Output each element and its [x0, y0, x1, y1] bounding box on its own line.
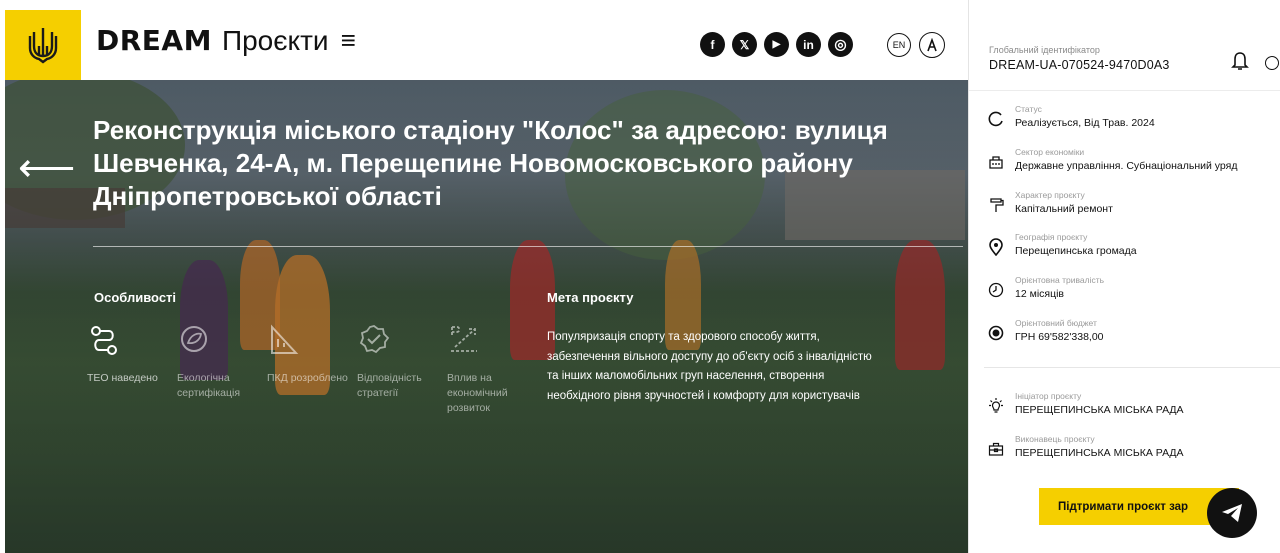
features-list: ТЕО наведено Екологічна сертифікація ПКД…	[82, 323, 532, 416]
location-pin-icon	[987, 238, 1005, 256]
info-caption: Географія проєкту	[1015, 232, 1088, 242]
global-id: DREAM-UA-070524-9470D0A3	[989, 58, 1170, 72]
clock-icon	[987, 281, 1005, 299]
linkedin-icon[interactable]: in	[796, 32, 821, 57]
info-value: ГРН 69'582'338,00	[1015, 331, 1104, 343]
top-bar: DREAM Проєкти ≡ f 𝕏 ▶ in ◎ EN	[0, 0, 968, 80]
brand-bold: DREAM	[96, 24, 212, 57]
goal-heading: Мета проєкту	[547, 290, 634, 305]
feature-item: ПКД розроблено	[262, 323, 352, 416]
info-value: 12 місяців	[1015, 288, 1065, 300]
eco-certificate-icon	[177, 323, 262, 365]
settings-icon[interactable]	[1265, 56, 1279, 70]
money-icon	[987, 324, 1005, 342]
global-id-label: Глобальний ідентифікатор	[989, 45, 1100, 55]
info-caption: Характер проєкту	[1015, 190, 1085, 200]
feature-label: Вплив на економічний розвиток	[447, 372, 508, 414]
trident-icon	[28, 28, 58, 64]
feature-item: Вплив на економічний розвиток	[442, 323, 532, 416]
feature-label: ПКД розроблено	[267, 372, 348, 384]
x-icon[interactable]: 𝕏	[732, 32, 757, 57]
paint-roller-icon	[987, 196, 1005, 214]
feature-label: Екологічна сертифікація	[177, 372, 241, 399]
strategy-check-icon	[357, 323, 442, 365]
info-caption: Ініціатор проєкту	[1015, 391, 1082, 401]
features-heading: Особливості	[94, 290, 177, 305]
info-value: Державне управління. Субнаціональний уря…	[1015, 160, 1238, 172]
info-caption: Орієнтовний бюджет	[1015, 318, 1097, 328]
info-value: Перещепинська громада	[1015, 245, 1137, 257]
brand-light: Проєкти	[221, 24, 329, 56]
main-area: DREAM Проєкти ≡ f 𝕏 ▶ in ◎ EN ⟵ Реконстр…	[0, 0, 968, 553]
bell-icon[interactable]	[1231, 51, 1249, 76]
project-title: Реконструкція міського стадіону "Колос" …	[93, 115, 888, 211]
building-icon	[987, 153, 1005, 171]
feature-label: ТЕО наведено	[87, 372, 158, 384]
pkd-icon	[267, 323, 352, 365]
divider	[984, 367, 1280, 368]
briefcase-icon	[987, 440, 1005, 458]
menu-icon[interactable]: ≡	[341, 25, 356, 56]
user-icon[interactable]	[919, 32, 945, 58]
page: DREAM Проєкти ≡ f 𝕏 ▶ in ◎ EN ⟵ Реконстр…	[0, 0, 1280, 553]
info-value: ПЕРЕЩЕПИНСЬКА МІСЬКА РАДА	[1015, 447, 1184, 459]
goal-text: Популяризація спорту та здорового способ…	[547, 331, 872, 402]
info-caption: Виконавець проєкту	[1015, 434, 1095, 444]
feature-item: Екологічна сертифікація	[172, 323, 262, 416]
youtube-icon[interactable]: ▶	[764, 32, 789, 57]
project-sidebar: Глобальний ідентифікатор DREAM-UA-070524…	[968, 0, 1280, 553]
back-arrow-icon[interactable]: ⟵	[18, 148, 75, 188]
divider	[969, 90, 1280, 91]
bg-player	[895, 240, 945, 370]
info-caption: Статус	[1015, 104, 1042, 114]
info-value: Капітальний ремонт	[1015, 203, 1113, 215]
bulb-icon	[987, 397, 1005, 415]
feature-label: Відповідність стратегії	[357, 372, 422, 399]
instagram-icon[interactable]: ◎	[828, 32, 853, 57]
language-switch[interactable]: EN	[887, 33, 911, 57]
info-caption: Орієнтовна тривалість	[1015, 275, 1105, 285]
social-links: f 𝕏 ▶ in ◎	[700, 32, 853, 57]
facebook-icon[interactable]: f	[700, 32, 725, 57]
hero-banner: ⟵ Реконструкція міського стадіону "Колос…	[5, 80, 968, 553]
feature-item: Відповідність стратегії	[352, 323, 442, 416]
status-icon	[987, 110, 1005, 128]
logo[interactable]	[5, 10, 81, 80]
telegram-icon[interactable]	[1207, 488, 1257, 538]
info-caption: Сектор економіки	[1015, 147, 1085, 157]
brand[interactable]: DREAM Проєкти ≡	[96, 24, 356, 57]
info-value: ПЕРЕЩЕПИНСЬКА МІСЬКА РАДА	[1015, 404, 1184, 416]
route-icon	[87, 323, 172, 365]
feature-item: ТЕО наведено	[82, 323, 172, 416]
divider	[93, 246, 963, 247]
info-value: Реалізується, Від Трав. 2024	[1015, 117, 1155, 129]
economic-impact-icon	[447, 323, 532, 365]
